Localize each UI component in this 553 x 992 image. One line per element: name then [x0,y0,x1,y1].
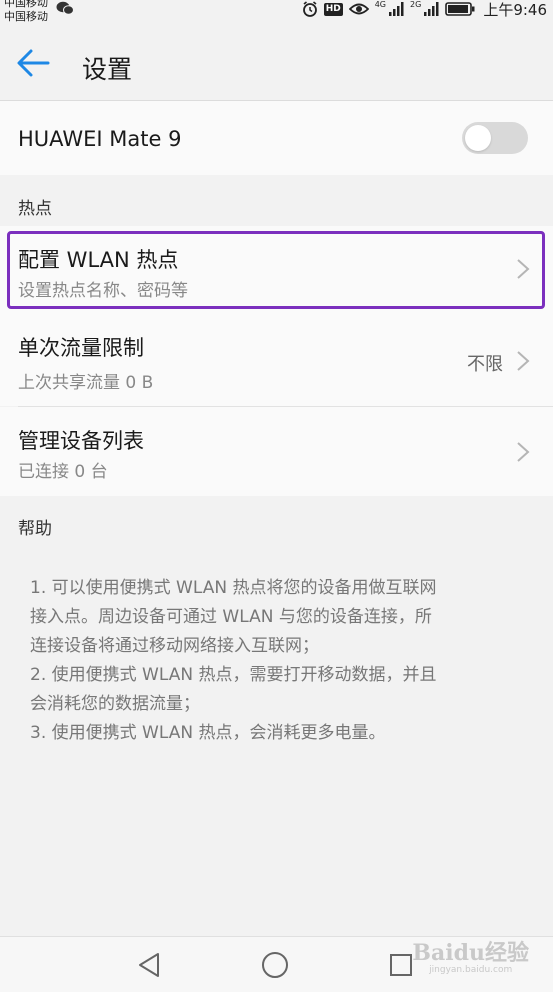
row-value: 不限 [467,354,503,375]
chevron-right-icon [517,259,530,279]
list-row-single-traffic-limit[interactable]: 单次流量限制 上次共享流量 0 B 不限 [0,314,553,406]
help-line: 1. 可以使用便携式 WLAN 热点将您的设备用做互联网 [30,578,437,598]
list-row-manage-device-list[interactable]: 管理设备列表 已连接 0 台 [0,407,553,496]
section-header-hotspot: 热点 [0,176,553,224]
signal-icon-2 [424,2,439,16]
nav-back-icon[interactable] [136,951,162,979]
hd-badge: HD [323,2,343,16]
device-name: HUAWEI Mate 9 [18,127,182,151]
clock: 上午9:46 [483,0,547,19]
help-line: 3. 使用便携式 WLAN 热点，会消耗更多电量。 [30,723,386,743]
help-line: 2. 使用便携式 WLAN 热点，需要打开移动数据，并且 [30,665,437,685]
signal-icon [389,2,404,16]
alarm-icon [302,1,317,17]
nav-home-icon[interactable] [261,951,289,979]
section-header-help: 帮助 [0,496,553,544]
chevron-right-icon [517,442,530,462]
network-type-1: 4G [374,0,387,9]
row-title: 配置 WLAN 热点 [18,248,179,272]
watermark-url: jingyan.baidu.com [429,965,513,975]
help-text: 1. 可以使用便携式 WLAN 热点将您的设备用做互联网 接入点。周边设备可通过… [0,543,553,936]
help-line: 接入点。周边设备可通过 WLAN 与您的设备连接，所 [30,607,432,627]
section-title-hotspot: 热点 [18,199,52,219]
eye-icon [348,3,369,15]
list-row-configure-wlan-hotspot[interactable]: 配置 WLAN 热点 设置热点名称、密码等 [0,226,553,314]
hotspot-toggle[interactable] [462,122,528,154]
network-type-2: 2G [410,0,422,9]
baidu-jingyan-watermark: Baidu经验 jingyan.baidu.com [412,935,529,975]
help-line: 连接设备将通过移动网络接入互联网； [30,636,319,656]
carrier-1: 中国移动 [4,0,48,9]
watermark-brand: Baidu经验 [412,940,529,966]
status-bar: 中国移动 中国移动 HD 4G 2G 上午9:46 [0,0,553,30]
app-header: 设置 [0,30,553,101]
row-title: 管理设备列表 [18,429,144,453]
row-subtitle: 已连接 0 台 [18,462,108,482]
row-title: 单次流量限制 [18,336,144,360]
row-subtitle: 设置热点名称、密码等 [18,281,188,301]
row-subtitle: 上次共享流量 0 B [18,373,154,393]
page-title: 设置 [82,55,133,84]
nav-recents-icon[interactable] [388,951,414,979]
back-button[interactable] [16,48,56,84]
battery-icon [445,2,475,16]
chevron-right-icon [517,351,530,371]
toggle-knob [465,125,491,151]
help-line: 会消耗您的数据流量； [30,694,200,714]
wechat-icon [56,1,74,15]
section-title-help: 帮助 [18,519,52,539]
carrier-2: 中国移动 [4,10,48,23]
arrow-left-icon [17,49,50,77]
